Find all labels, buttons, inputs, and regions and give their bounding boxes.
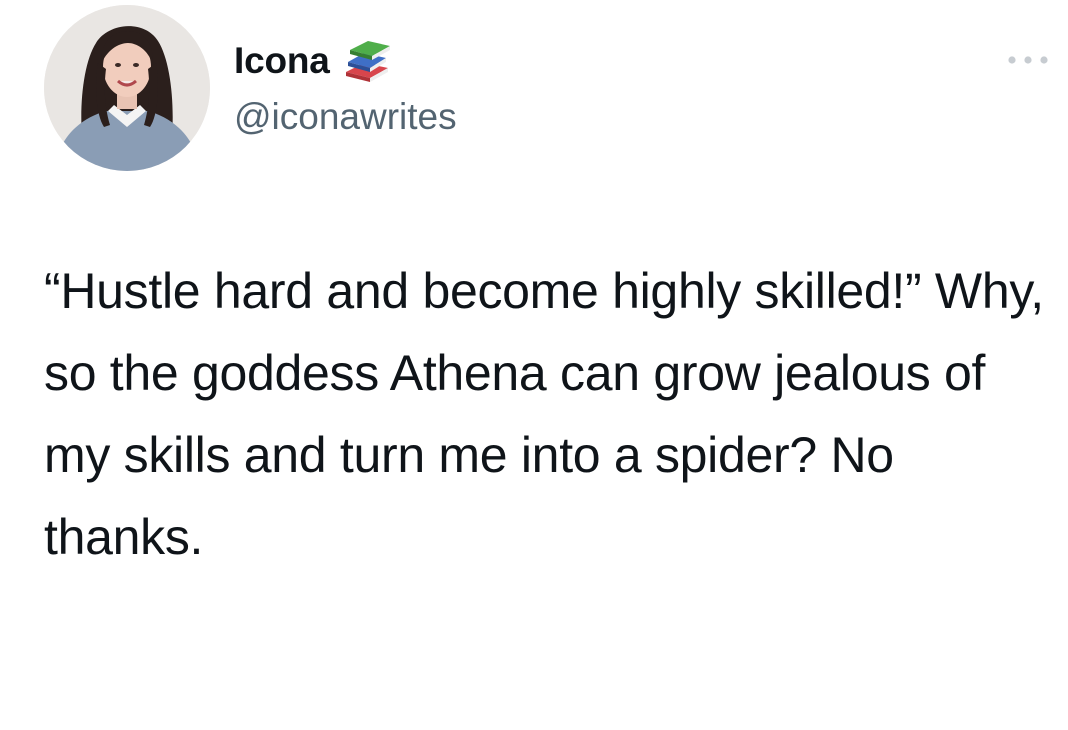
books-icon xyxy=(340,38,394,84)
tweet-card: Icona @iconawrites “Hustle hard and beco… xyxy=(0,0,1068,730)
avatar[interactable] xyxy=(44,5,210,171)
tweet-text: “Hustle hard and become highly skilled!”… xyxy=(44,263,1044,565)
more-horizontal-icon[interactable] xyxy=(1004,50,1052,70)
avatar-image xyxy=(44,5,210,171)
author-name-row[interactable]: Icona xyxy=(234,38,394,84)
author-handle[interactable]: @iconawrites xyxy=(234,94,457,140)
display-name[interactable]: Icona xyxy=(234,38,330,84)
